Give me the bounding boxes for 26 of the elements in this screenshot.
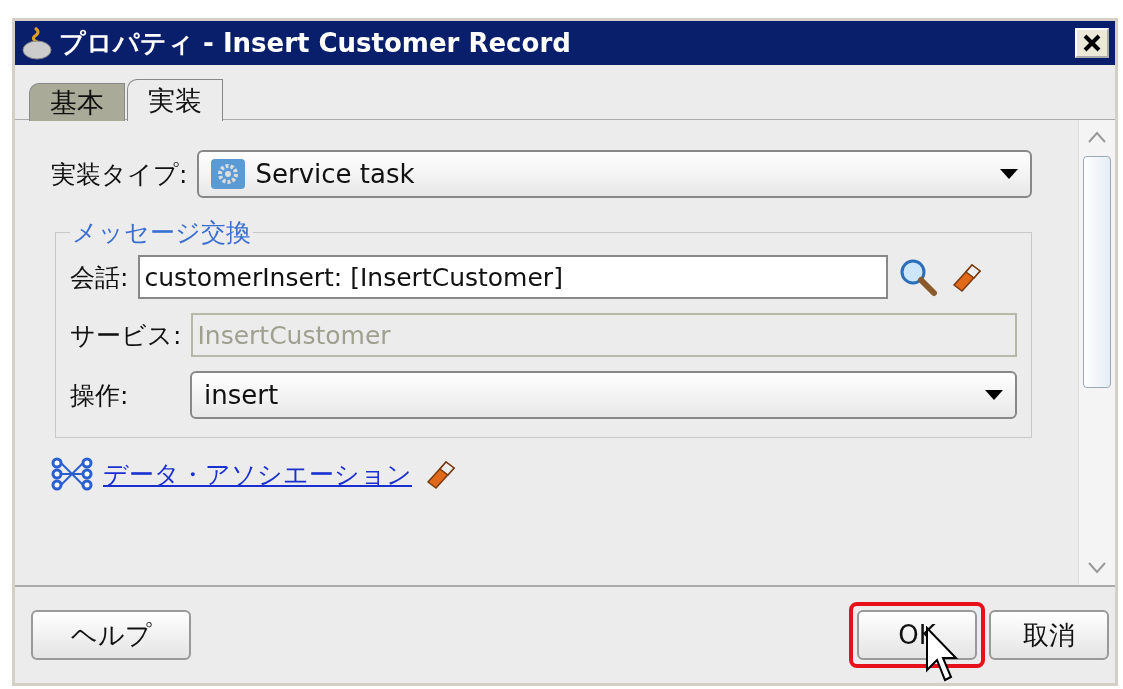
implementation-type-dropdown[interactable]: Service task — [197, 150, 1032, 198]
scroll-down-icon[interactable] — [1087, 561, 1107, 575]
tab[interactable]: 実装 — [127, 79, 223, 121]
gear-icon — [211, 159, 246, 189]
scrollbar[interactable] — [1078, 120, 1115, 585]
caret-icon — [985, 390, 1003, 400]
window-title: プロパティ - Insert Customer Record — [59, 26, 572, 60]
caret-icon — [1000, 169, 1018, 179]
field-label: 操作: — [70, 379, 130, 412]
group-title: メッセージ交換 — [71, 217, 252, 249]
field-label: サービス: — [70, 319, 182, 352]
close-button[interactable] — [1075, 28, 1109, 58]
network-icon — [51, 457, 93, 491]
dialog-button[interactable]: ヘルプ — [31, 610, 191, 660]
tab[interactable]: 基本 — [29, 83, 125, 121]
search-icon[interactable] — [898, 257, 939, 297]
operation-dropdown[interactable]: insert — [190, 371, 1017, 419]
field-label: 実装タイプ: — [51, 158, 188, 191]
dialog-button[interactable]: 取消 — [989, 610, 1109, 660]
field-label: 会話: — [70, 261, 129, 294]
data-association-link[interactable]: データ・アソシエーション — [103, 457, 412, 491]
text-field[interactable]: customerInsert: [InsertCustomer] — [138, 255, 889, 299]
scroll-up-icon[interactable] — [1087, 130, 1107, 144]
close-icon — [1082, 33, 1102, 53]
scrollbar-thumb[interactable] — [1083, 156, 1111, 388]
coffee-cup-icon — [21, 26, 55, 60]
